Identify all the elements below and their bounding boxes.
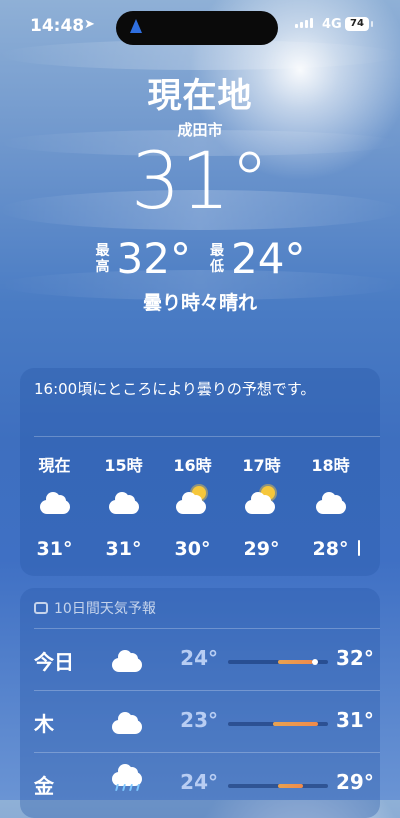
- battery-cap: [371, 21, 373, 27]
- hour-item: 15時 31°: [89, 452, 158, 560]
- low-temp: 24°: [180, 770, 218, 794]
- cloud-icon: [98, 640, 158, 680]
- hour-temp: 29°: [243, 538, 280, 560]
- weather-header: 現在地 成田市 31°: [0, 68, 400, 222]
- hourly-list[interactable]: 現在 31° 15時 31° 16時 30° 17時 29° 18時 28°: [20, 452, 380, 560]
- high-temp-group: 最高 32°: [95, 234, 191, 283]
- current-temp-dot: [312, 659, 318, 665]
- hour-item: 17時 29°: [227, 452, 296, 560]
- high-label: 最高: [95, 242, 110, 275]
- hourly-forecast-card[interactable]: 16:00頃にところにより曇りの予想です。 現在 31° 15時 31° 16時…: [20, 368, 380, 576]
- temp-range-fill: [273, 722, 318, 726]
- temp-range-bar: [228, 722, 328, 726]
- cloud-icon: [296, 478, 365, 538]
- signal-strength-icon: [295, 18, 313, 28]
- hour-label: 16時: [173, 456, 212, 475]
- day-row-fri[interactable]: 金 24° 29°: [20, 754, 380, 814]
- cloud-icon: [98, 702, 158, 742]
- hour-temp: 31°: [105, 538, 142, 560]
- day-label: 今日: [34, 650, 74, 674]
- current-temperature: 31°: [130, 137, 270, 227]
- cloud-icon: [89, 478, 158, 538]
- location-arrow-icon: ➤: [84, 17, 95, 32]
- hour-temp: 28°: [312, 538, 349, 560]
- temp-range-bar: [228, 659, 328, 665]
- hour-temp: 31°: [36, 538, 73, 560]
- navigation-arrow-icon: [130, 19, 142, 33]
- high-temp: 31°: [336, 708, 374, 732]
- low-label: 最低: [210, 242, 224, 275]
- high-temp: 32°: [336, 646, 374, 670]
- dynamic-island: [116, 11, 278, 45]
- network-type: 4G: [322, 17, 342, 32]
- high-low: 最高 32° 最低 24°: [0, 234, 400, 283]
- day-row-thu[interactable]: 木 23° 31°: [20, 692, 380, 752]
- hour-label: 18時: [311, 456, 350, 475]
- location-title: 現在地: [147, 76, 253, 116]
- rain-icon: [98, 764, 158, 804]
- divider: [34, 436, 380, 437]
- hour-temp: 30°: [174, 538, 211, 560]
- low-temp: 24°: [180, 646, 218, 670]
- divider: [34, 752, 380, 753]
- hour-item: 16時 30°: [158, 452, 227, 560]
- hour-label: 現在: [38, 456, 71, 475]
- hour-item: 現在 31°: [20, 452, 89, 560]
- hour-label: 15時: [104, 456, 143, 475]
- low-temp: 23°: [180, 708, 218, 732]
- day-label: 木: [34, 712, 54, 736]
- day-label: 金: [34, 774, 54, 798]
- condition-text: 曇り時々晴れ: [142, 292, 257, 314]
- low-temp-group: 最低 24°: [209, 234, 305, 283]
- high-temp: 29°: [336, 770, 374, 794]
- high-temp: 32°: [116, 234, 191, 283]
- ten-day-forecast-card[interactable]: 10日間天気予報 今日 24° 32° 木 23° 31° 金 24° 29°: [20, 588, 380, 818]
- status-bar: 14:48 ➤ 4G 74: [0, 0, 400, 52]
- hour-label: 17時: [242, 456, 281, 475]
- day-row-today[interactable]: 今日 24° 32°: [20, 630, 380, 690]
- status-time: 14:48: [30, 16, 85, 36]
- ten-day-title: 10日間天気予報: [54, 601, 156, 617]
- low-temp: 24°: [231, 234, 306, 283]
- temp-range-fill: [278, 660, 313, 664]
- calendar-icon: [34, 602, 48, 614]
- battery-icon: 74: [345, 17, 369, 31]
- divider: [34, 690, 380, 691]
- divider: [34, 628, 380, 629]
- partly-sunny-icon: [227, 478, 296, 538]
- hour-item: 18時 28°: [296, 452, 365, 560]
- hourly-summary: 16:00頃にところにより曇りの予想です。: [34, 380, 316, 398]
- cloud-icon: [20, 478, 89, 538]
- temp-range-bar: [228, 784, 328, 788]
- temp-range-fill: [278, 784, 303, 788]
- hourly-scroll-indicator: [358, 540, 360, 556]
- partly-sunny-icon: [158, 478, 227, 538]
- ten-day-header: 10日間天気予報: [34, 598, 156, 618]
